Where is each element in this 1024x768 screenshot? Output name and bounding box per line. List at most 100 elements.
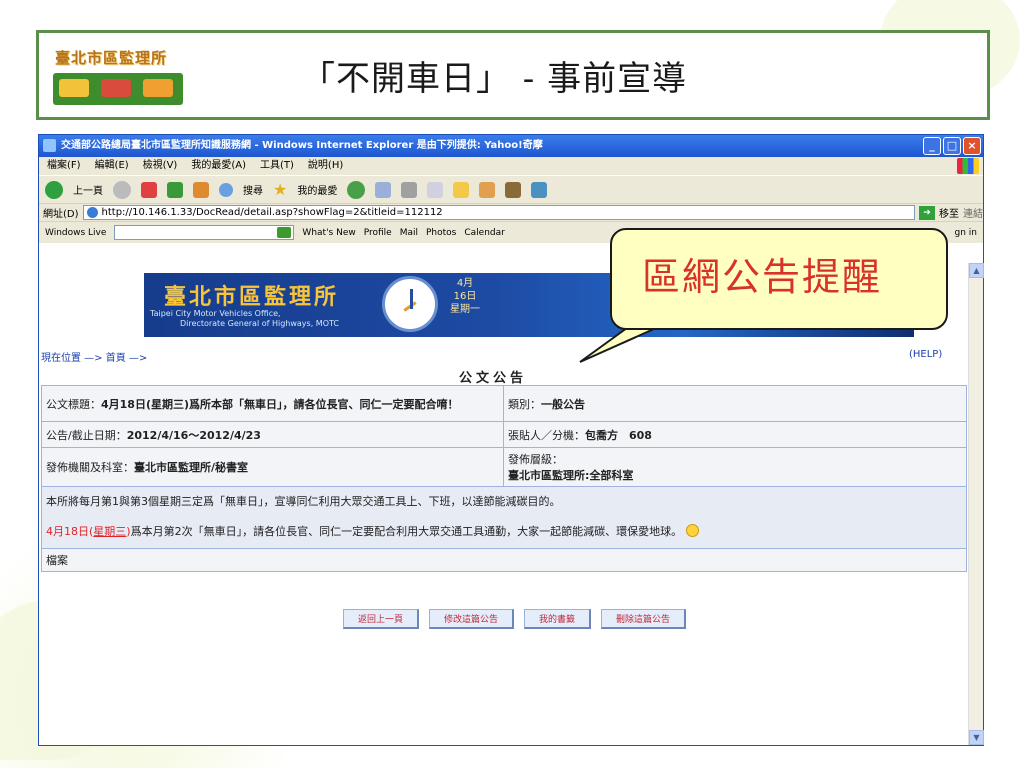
clock-icon xyxy=(382,276,438,332)
highlight-date: 4月18日( xyxy=(46,525,94,538)
menu-bar: 檔案(F) 編輯(E) 檢視(V) 我的最愛(A) 工具(T) 說明(H) xyxy=(39,157,983,175)
notice-office: 臺北市區監理所/秘書室 xyxy=(134,461,249,474)
windows-live-label[interactable]: Windows Live xyxy=(45,228,106,238)
dates-label: 公告/截止日期： xyxy=(46,428,127,442)
office-label: 發佈機關及科室： xyxy=(46,461,134,474)
back-button[interactable]: 上一頁 xyxy=(73,182,103,197)
link-whats-new[interactable]: What's New xyxy=(302,228,355,238)
subject-label: 公文標題： xyxy=(46,397,101,411)
link-photos[interactable]: Photos xyxy=(426,228,456,238)
menu-favorites[interactable]: 我的最愛(A) xyxy=(191,157,246,175)
notice-subject: 4月18日(星期三)爲所本部「無車日」，請各位長官、同仁一定要配合唷！ xyxy=(101,397,459,411)
address-input[interactable]: http://10.146.1.33/DocRead/detail.asp?sh… xyxy=(82,205,915,220)
live-search-input[interactable] xyxy=(114,225,295,240)
delete-notice-button[interactable]: 刪除這篇公告 xyxy=(601,609,687,629)
mail-icon[interactable] xyxy=(375,181,392,198)
banner-month: 4月 xyxy=(456,278,474,289)
go-button[interactable]: 移至 xyxy=(939,205,959,220)
callout-text: 區網公告提醒 xyxy=(642,255,883,299)
breadcrumb[interactable]: 現在位置 —> 首頁 —> xyxy=(41,349,147,364)
windows-flag-icon xyxy=(957,158,979,174)
edit-notice-button[interactable]: 修改這篇公告 xyxy=(429,609,515,629)
stop-icon[interactable] xyxy=(141,181,157,198)
close-button[interactable]: × xyxy=(963,137,981,155)
office-logo: 臺北市區監理所 xyxy=(53,47,187,107)
callout-box: 區網公告提醒 xyxy=(610,228,948,330)
page-title: 公文公告 xyxy=(459,371,528,386)
help-link[interactable]: (HELP) xyxy=(909,349,942,360)
forward-arrow-icon[interactable] xyxy=(113,180,131,199)
window-title: 交通部公路總局臺北市區監理所知識服務網 - Windows Internet E… xyxy=(61,140,543,151)
notice-poster: 包喬方 608 xyxy=(585,428,652,442)
menu-help[interactable]: 說明(H) xyxy=(308,157,343,175)
ie-icon xyxy=(43,139,56,152)
smiley-icon xyxy=(685,524,699,537)
banner-weekday: 星期一 xyxy=(450,304,480,315)
attachment-cell: 檔案 xyxy=(41,548,967,572)
office-cell: 發佈機關及科室：臺北市區監理所/秘書室 xyxy=(41,447,504,487)
banner-date: 4月 16日 星期一 xyxy=(450,277,480,316)
truck-strip xyxy=(53,73,183,105)
link-calendar[interactable]: Calendar xyxy=(464,228,504,238)
menu-file[interactable]: 檔案(F) xyxy=(47,157,81,175)
home-icon[interactable] xyxy=(193,181,209,198)
browser-window: 交通部公路總局臺北市區監理所知識服務網 - Windows Internet E… xyxy=(38,134,984,746)
poster-cell: 張貼人／分機：包喬方 608 xyxy=(503,421,967,448)
action-buttons: 返回上一頁 修改這篇公告 我的書籤 刪除這篇公告 xyxy=(343,609,687,629)
notice-body: 本所將每月第1與第3個星期三定爲「無車日」，宣導同仁利用大眾交通工具上、下班，以… xyxy=(41,486,967,549)
link-profile[interactable]: Profile xyxy=(364,228,392,238)
pen-icon[interactable] xyxy=(479,181,496,198)
truck-icon xyxy=(59,79,89,97)
menu-tools[interactable]: 工具(T) xyxy=(260,157,294,175)
search-button[interactable]: 搜尋 xyxy=(243,182,263,197)
scroll-up-icon[interactable]: ▲ xyxy=(969,263,984,278)
body-paragraph: 本所將每月第1與第3個星期三定爲「無車日」，宣導同仁利用大眾交通工具上、下班，以… xyxy=(46,495,561,508)
subject-cell: 公文標題：4月18日(星期三)爲所本部「無車日」，請各位長官、同仁一定要配合唷！ xyxy=(41,385,504,422)
back-arrow-icon[interactable] xyxy=(45,180,63,199)
banner-subtitle: Directorate General of Highways, MOTC xyxy=(180,319,339,328)
category-label: 類別： xyxy=(508,397,541,411)
sign-in-link[interactable]: gn in xyxy=(955,228,977,238)
dates-cell: 公告/截止日期：2012/4/16～2012/4/23 xyxy=(41,421,504,448)
print-icon[interactable] xyxy=(401,181,418,198)
favorites-button[interactable]: 我的最愛 xyxy=(297,182,337,197)
address-label: 網址(D) xyxy=(43,209,79,220)
maximize-button[interactable]: □ xyxy=(943,137,961,155)
logo-text: 臺北市區監理所 xyxy=(55,49,168,67)
address-bar: 網址(D) http://10.146.1.33/DocRead/detail.… xyxy=(39,203,983,221)
banner-subtitle: Taipei City Motor Vehicles Office, xyxy=(150,309,281,318)
level-cell: 發佈層級： 臺北市區監理所:全部科室 xyxy=(503,447,967,487)
poster-label: 張貼人／分機： xyxy=(508,428,585,442)
notice-level: 臺北市區監理所:全部科室 xyxy=(508,469,634,482)
link-mail[interactable]: Mail xyxy=(400,228,418,238)
toolbar: 上一頁 搜尋 ★ 我的最愛 xyxy=(39,175,983,203)
search-icon[interactable] xyxy=(219,182,233,197)
scroll-down-icon[interactable]: ▼ xyxy=(969,730,984,745)
page-content: 臺北市區監理所 Taipei City Motor Vehicles Offic… xyxy=(39,263,969,745)
banner-title: 臺北市區監理所 xyxy=(164,284,340,310)
refresh-icon[interactable] xyxy=(167,181,183,198)
back-page-button[interactable]: 返回上一頁 xyxy=(343,609,420,629)
search-icon[interactable] xyxy=(277,227,292,238)
go-arrow-icon[interactable]: ➔ xyxy=(919,205,935,220)
minimize-button[interactable]: _ xyxy=(923,137,941,155)
notice-table: 公文標題：4月18日(星期三)爲所本部「無車日」，請各位長官、同仁一定要配合唷！… xyxy=(41,385,967,572)
messenger-icon[interactable] xyxy=(531,181,548,198)
links-label[interactable]: 連結 xyxy=(963,205,983,220)
history-icon[interactable] xyxy=(347,180,366,199)
level-label: 發佈層級： xyxy=(508,453,563,466)
body-paragraph: 4月18日(星期三)爲本月第2次「無車日」，請各位長官、同仁一定要配合利用大眾交… xyxy=(46,522,962,542)
menu-view[interactable]: 檢視(V) xyxy=(143,157,178,175)
attachment-label: 檔案 xyxy=(46,554,68,567)
truck-icon xyxy=(143,79,173,97)
vertical-scrollbar[interactable]: ▲ ▼ xyxy=(968,263,984,745)
star-icon[interactable]: ★ xyxy=(273,180,287,199)
slide-title: 「不開車日」 - 事前宣導 xyxy=(301,59,688,99)
research-icon[interactable] xyxy=(505,181,522,198)
body-text: 爲本月第2次「無車日」，請各位長官、同仁一定要配合利用大眾交通工具通勤，大家一起… xyxy=(130,525,683,538)
edit-icon[interactable] xyxy=(427,181,444,198)
menu-edit[interactable]: 編輯(E) xyxy=(95,157,129,175)
notice-dates: 2012/4/16～2012/4/23 xyxy=(126,428,261,442)
folder-icon[interactable] xyxy=(453,181,470,198)
bookmark-button[interactable]: 我的書籤 xyxy=(524,609,592,629)
